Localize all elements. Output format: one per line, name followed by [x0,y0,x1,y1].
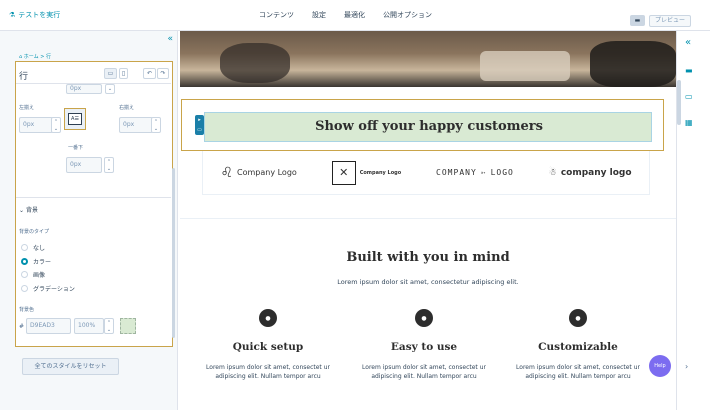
feature-text: Lorem ipsum dolor sit amet, consectet ur… [362,364,486,380]
chevron-down-icon: ⌄ [19,207,26,214]
flask-icon: ⚗ [9,11,16,19]
fish-icon: ➳ [480,168,487,177]
logo-strip: ♌ Company Logo ✕ Company Logo COMPANY ➳ LOGO… [202,151,650,195]
feature-icon: ● [569,309,587,327]
feature-title: Customizable [538,341,618,353]
tab-optimize[interactable]: 最適化 [335,0,374,31]
top-spacing-stepper[interactable]: ⌄ [105,84,115,94]
feature-text: Lorem ipsum dolor sit amet, consectet ur… [206,364,330,380]
logo-box: ✕ Company Logo [331,160,401,185]
editor-tabs: コンテンツ 設定 最適化 公開オプション [250,0,441,31]
right-spacing-input[interactable]: 0px [119,117,153,133]
left-spacing-stepper[interactable]: ⌃ ⌄ [51,117,61,133]
bgcolor-label: 背景色 [19,307,35,313]
row-content: Show off your happy customers [204,112,652,142]
sidebar-scrollbar[interactable] [172,168,175,338]
window-icon[interactable]: ▭ [685,92,693,101]
person-icon: ☃ [548,167,557,178]
section-subtitle: Lorem ipsum dolor sit amet, consectetur … [337,278,519,286]
top-spacing-input[interactable]: 0px [66,84,102,94]
breadcrumb[interactable]: ⌂ ホーム > 行 [19,53,51,60]
bgcolor-opacity-stepper[interactable]: ⌃ ⌄ [104,318,114,334]
run-test-button[interactable]: ⚗ テストを実行 [9,10,60,20]
comment-icon[interactable]: ▬ [685,66,693,75]
radio-bg-image[interactable]: 画像 [21,270,45,279]
feature-icon: ● [415,309,433,327]
tab-publish-options[interactable]: 公開オプション [374,0,441,31]
feature-customizable: ● Customizable Lorem ipsum dolor sit ame… [508,309,648,381]
undo-icon[interactable]: ↶ [143,68,156,79]
radio-bg-gradient[interactable]: グラデーション [21,284,75,293]
section-title: Built with you in mind [346,250,510,265]
lion-icon: ♌ [220,164,233,181]
reset-all-styles-button[interactable]: 全てのスタイルをリセット [22,358,119,375]
radio-bg-none[interactable]: なし [21,243,45,252]
logo-lion: ♌ Company Logo [220,164,297,181]
feature-title: Quick setup [232,341,304,353]
right-spacing-stepper[interactable]: ⌃ ⌄ [151,117,161,133]
hash-symbol: # [19,323,25,330]
feature-quick-setup: ● Quick setup Lorem ipsum dolor sit amet… [198,309,338,381]
feature-icon: ● [259,309,277,327]
row-handle-icon[interactable]: ▸ ▭ [195,115,204,135]
background-type-label: 背景のタイプ [19,229,50,235]
row-style-panel: 行 ▭ ▯ ↶ ↷ 0px ⌄ 左揃え 右揃え 0px ⌃ ⌄ 0px ⌃ ⌄ 一番… [15,61,173,347]
expand-panel-icon[interactable]: « [685,37,691,48]
feature-text: Lorem ipsum dolor sit amet, consectet ur… [516,364,640,380]
bottom-spacing-stepper[interactable]: ⌃ ⌄ [104,157,114,173]
top-bar: ⚗ テストを実行 コンテンツ 設定 最適化 公開オプション ▬ プレビュー [0,0,710,31]
divider [16,197,171,198]
bgcolor-opacity-input[interactable]: 100% [74,318,104,334]
band-heading: Show off your happy customers [315,119,543,134]
box-model-icon: A☰ [64,108,86,130]
background-section-toggle[interactable]: ⌄ 背景 [19,205,38,214]
page-canvas: ▸ ▭ Show off your happy customers ♌ Compan… [180,31,676,410]
right-spacing-label: 右揃え [119,105,135,111]
redo-icon[interactable]: ↷ [157,68,169,79]
section-divider [180,218,676,219]
preview-button[interactable]: プレビュー [649,15,691,27]
selected-row[interactable]: ▸ ▭ Show off your happy customers [181,99,664,151]
radio-bg-color[interactable]: カラー [21,257,51,266]
run-test-label: テストを実行 [18,11,61,19]
left-spacing-input[interactable]: 0px [19,117,53,133]
comment-icon[interactable]: ▬ [630,15,645,26]
help-button[interactable]: Help [649,355,671,377]
bgcolor-hex-input[interactable]: D9EAD3 [26,318,71,334]
tab-content[interactable]: コンテンツ [250,0,303,31]
logo-person: ☃ company logo [548,167,632,178]
tab-settings[interactable]: 設定 [303,0,335,31]
calendar-icon[interactable]: ▦ [685,118,693,127]
bgcolor-swatch[interactable] [120,318,136,334]
mobile-view-icon[interactable]: ▯ [119,68,128,79]
canvas-scrollbar[interactable] [677,80,681,125]
collapse-sidebar-icon[interactable]: « [167,34,173,44]
panel-title: 行 [19,72,29,82]
feature-title: Easy to use [390,341,458,353]
bottom-spacing-input[interactable]: 0px [66,157,102,173]
desktop-view-icon[interactable]: ▭ [104,68,117,79]
bottom-spacing-label: 一番下 [68,145,84,151]
hero-image [180,31,676,87]
logo-fish: COMPANY ➳ LOGO [436,168,514,177]
right-toolbar [676,31,710,410]
chevron-right-icon[interactable]: › [685,362,688,371]
feature-easy-to-use: ● Easy to use Lorem ipsum dolor sit amet… [354,309,494,381]
left-spacing-label: 左揃え [19,105,35,111]
pattern-icon: ✕ [331,160,356,185]
